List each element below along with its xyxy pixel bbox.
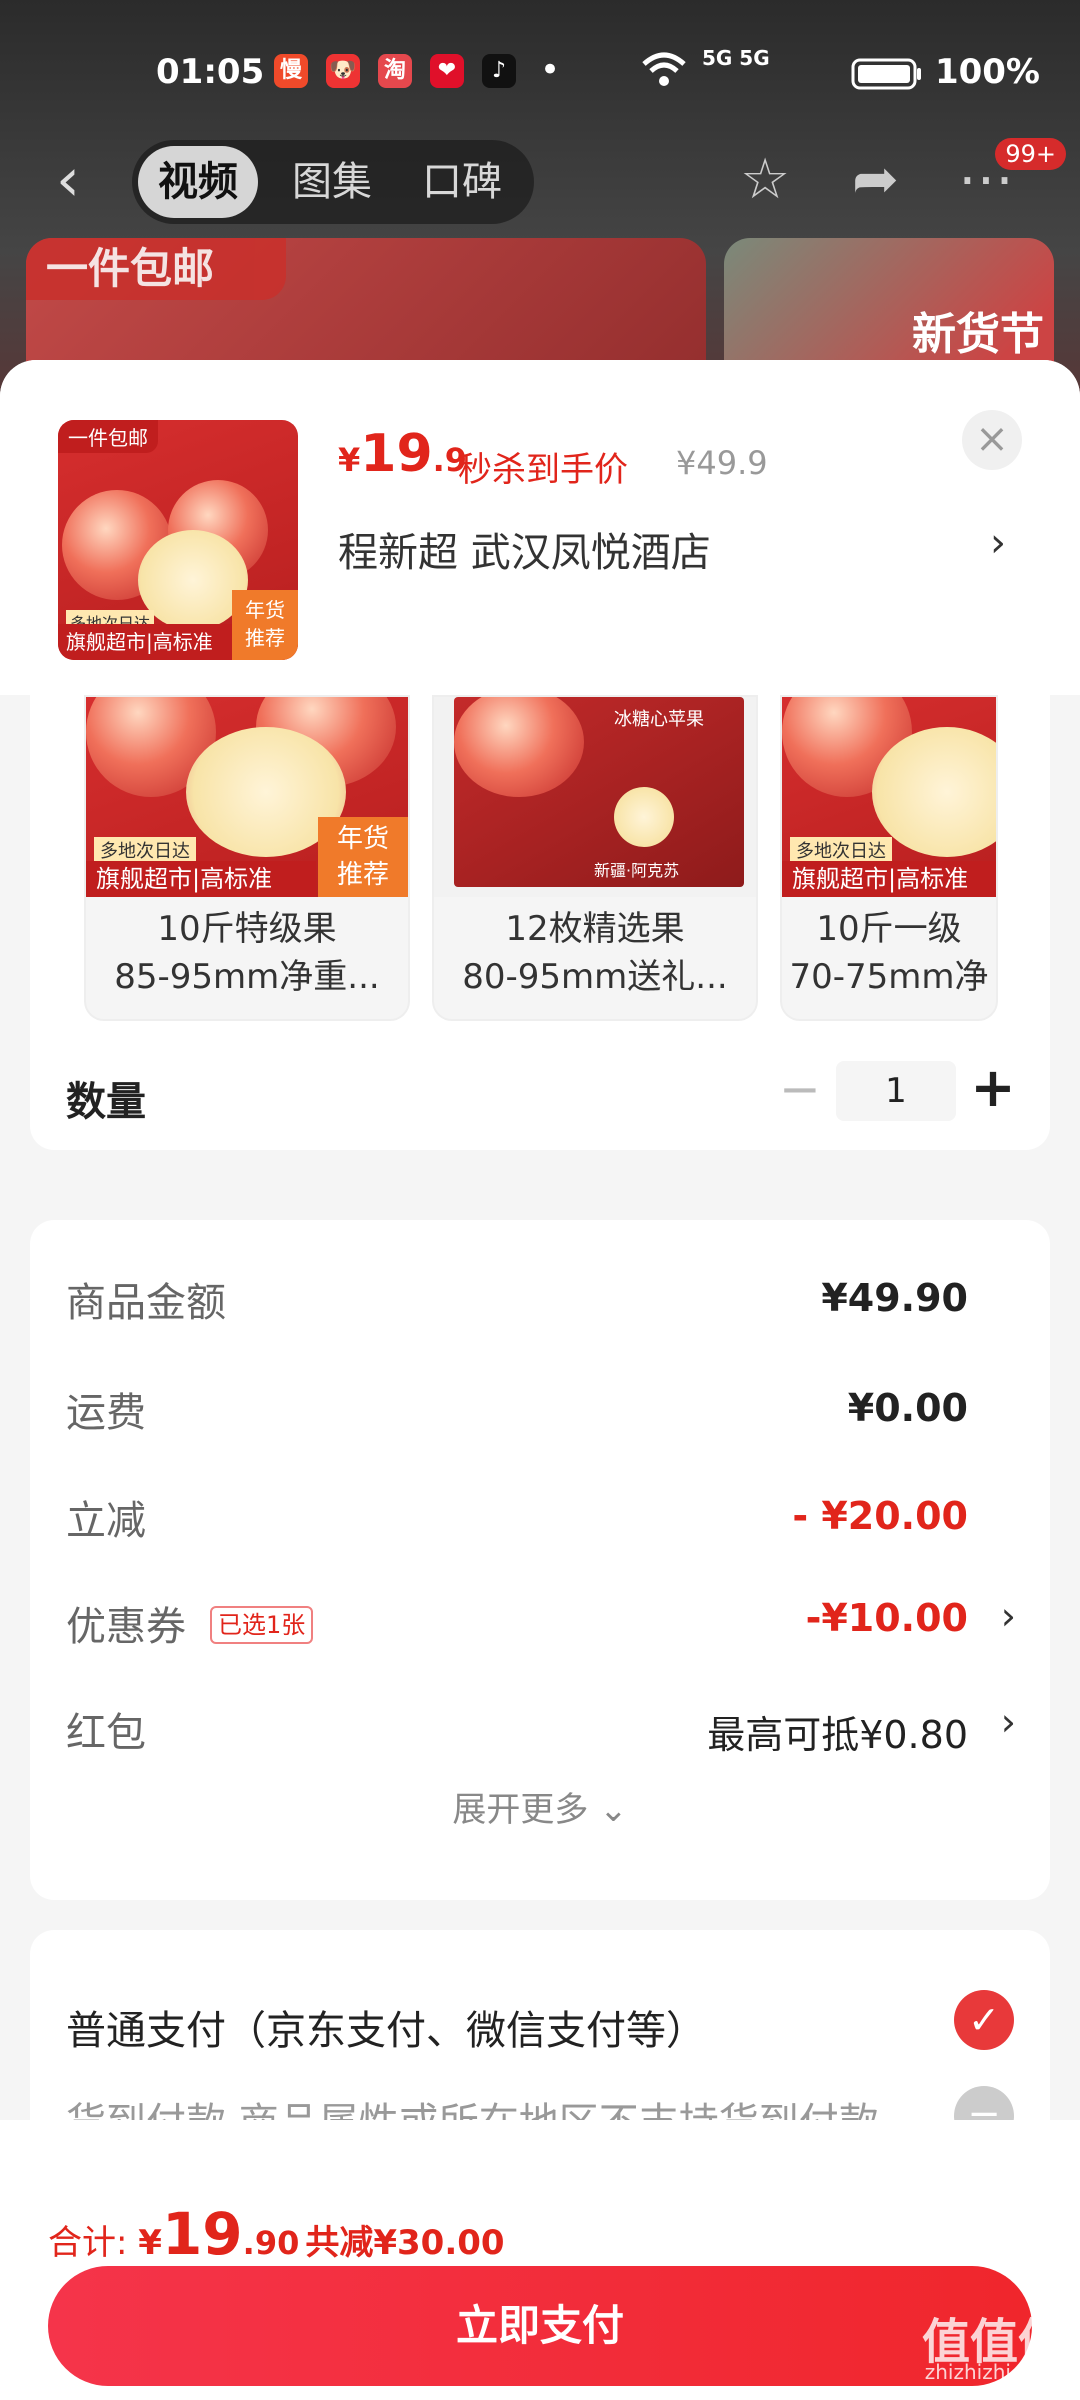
battery-indicator: 100%: [851, 52, 1040, 92]
purchase-sheet: 一件包邮 多地次日达 旗舰超市|高标准 年货 推荐 ¥19.9 秒杀到手价 ¥4…: [0, 360, 1080, 2120]
total-savings: 共减¥30.00: [305, 2223, 505, 2263]
summary-label-subtotal: 商品金额: [66, 1280, 226, 1326]
spec-label-line1: 10斤一级: [816, 909, 962, 949]
signal-icon: 5G 5G: [702, 46, 770, 70]
banner-right-text: 新货节: [912, 309, 1044, 360]
product-thumbnail[interactable]: 一件包邮 多地次日达 旗舰超市|高标准 年货 推荐: [58, 420, 298, 660]
spec-label: 12枚精选果 80-95mm送礼...: [434, 905, 756, 1001]
coupon-selected-badge: 已选1张: [210, 1606, 314, 1644]
summary-label-discount: 立减: [66, 1498, 146, 1544]
spec-footer: 旗舰超市|高标准: [782, 861, 996, 897]
product-header: 一件包邮 多地次日达 旗舰超市|高标准 年货 推荐 ¥19.9 秒杀到手价 ¥4…: [0, 360, 1080, 695]
spec-label-line2: 80-95mm送礼...: [462, 957, 728, 997]
apple-slice-image: [614, 787, 674, 847]
pay-now-button[interactable]: 立即支付: [48, 2266, 1032, 2386]
quantity-label: 数量: [66, 1079, 146, 1125]
watermark-url: zhizhizhi.com: [924, 2360, 1060, 2384]
tab-reviews[interactable]: 口碑: [402, 140, 522, 224]
tab-video[interactable]: 视频: [138, 146, 258, 218]
notification-badge: 99+: [995, 138, 1066, 170]
summary-value-discount: - ¥20.00: [792, 1494, 968, 1538]
payment-option-cod: 货到付款 商品属性或所在地区不支持货到付款: [66, 2090, 879, 2120]
battery-percent: 100%: [934, 52, 1040, 92]
delivery-address[interactable]: 程新超 武汉凤悦酒店: [338, 520, 711, 578]
spec-footer: 旗舰超市|高标准: [86, 861, 316, 897]
star-icon[interactable]: ☆: [740, 148, 790, 212]
summary-value-shipping: ¥0.00: [847, 1386, 968, 1430]
checkout-bar: 合计: ¥19.90 共减¥30.00 立即支付: [0, 2120, 1080, 2400]
chevron-right-icon[interactable]: ›: [1001, 1594, 1016, 1638]
spec-corner: 年货 推荐: [318, 817, 408, 897]
original-price: ¥49.9: [676, 444, 768, 482]
spec-label-line1: 12枚精选果: [505, 909, 685, 949]
total-integer: 19: [161, 2200, 243, 2268]
wifi-icon: [640, 50, 688, 98]
spec-image: 多地次日达 旗舰超市|高标准 年货 推荐: [86, 697, 408, 897]
quantity-decrease-button[interactable]: −: [776, 1061, 824, 1121]
spec-card[interactable]: 多地次日达 旗舰超市|高标准 年货 推荐 10斤特级果 85-95mm净重...: [84, 695, 410, 1021]
summary-label-shipping: 运费: [66, 1390, 146, 1436]
tab-gallery[interactable]: 图集: [272, 140, 392, 224]
chevron-right-icon[interactable]: ›: [1001, 1700, 1016, 1744]
summary-label-redpacket: 红包: [66, 1710, 146, 1756]
payment-option-normal[interactable]: 普通支付（京东支付、微信支付等）: [66, 1998, 706, 2056]
box-subtext: 新疆·阿克苏: [594, 861, 680, 880]
spec-label-line2: 85-95mm净重...: [114, 957, 380, 997]
close-icon[interactable]: ×: [962, 410, 1022, 470]
spec-label-line1: 10斤特级果: [157, 909, 337, 949]
spec-image: 多地次日达 旗舰超市|高标准: [782, 697, 996, 897]
total-currency: ¥: [138, 2223, 162, 2263]
status-bar: 01:05 慢 🐶 淘 ❤ ♪ • 5G 5G 100%: [0, 46, 1080, 98]
summary-label-coupon: 优惠券: [66, 1604, 186, 1650]
status-dot: •: [540, 50, 561, 90]
thumb-corner-line2: 推荐: [245, 626, 285, 650]
box-text: 冰糖心苹果: [614, 709, 704, 730]
order-total: 合计: ¥19.90 共减¥30.00: [48, 2200, 505, 2268]
status-time: 01:05: [156, 52, 265, 92]
spec-corner-line1: 年货: [336, 824, 389, 854]
app-icon-taobao: 淘: [378, 54, 412, 88]
price-label: 秒杀到手价: [458, 450, 628, 490]
spec-small-text: 多地次日达: [790, 837, 892, 863]
media-tab-switcher: 视频 图集 口碑: [132, 140, 534, 224]
summary-value-subtotal: ¥49.90: [821, 1276, 968, 1320]
spec-label-line2: 70-75mm净: [789, 957, 989, 997]
price-currency: ¥: [338, 441, 361, 479]
spec-selector: 多地次日达 旗舰超市|高标准 年货 推荐 10斤特级果 85-95mm净重...…: [30, 695, 1050, 1150]
current-price: ¥19.9: [338, 424, 467, 484]
disabled-icon: −: [954, 2086, 1014, 2120]
spec-small-text: 多地次日达: [94, 837, 196, 863]
spec-label: 10斤一级 70-75mm净: [782, 905, 996, 1001]
banner-badge: 一件包邮: [26, 238, 286, 300]
payment-methods: 普通支付（京东支付、微信支付等） ✓ 货到付款 商品属性或所在地区不支持货到付款…: [30, 1930, 1050, 2120]
price-summary: 商品金额 ¥49.90 运费 ¥0.00 立减 - ¥20.00 优惠券 已选1…: [30, 1220, 1050, 1900]
spec-corner-line2: 推荐: [336, 860, 389, 890]
back-icon[interactable]: ‹: [56, 150, 96, 210]
total-decimal: .90: [242, 2224, 300, 2262]
app-icon-tiktok: ♪: [482, 54, 516, 88]
spec-label: 10斤特级果 85-95mm净重...: [86, 905, 408, 1001]
app-icon-4: ❤: [430, 54, 464, 88]
app-icon-2: 🐶: [326, 54, 360, 88]
thumb-corner: 年货 推荐: [232, 590, 298, 660]
spec-card[interactable]: 冰糖心苹果 新疆·阿克苏 12枚精选果 80-95mm送礼...: [432, 695, 758, 1021]
summary-value-coupon[interactable]: -¥10.00: [806, 1596, 968, 1640]
price-integer: 19: [360, 424, 433, 484]
total-label: 合计:: [48, 2223, 139, 2263]
app-icon-1: 慢: [274, 54, 308, 88]
quantity-input[interactable]: 1: [836, 1061, 956, 1121]
share-icon[interactable]: ➦: [852, 148, 899, 212]
expand-more-button[interactable]: 展开更多 ⌄: [30, 1782, 1050, 1831]
spec-image: 冰糖心苹果 新疆·阿克苏: [434, 697, 756, 897]
chevron-right-icon[interactable]: ›: [990, 520, 1006, 566]
summary-value-redpacket[interactable]: 最高可抵¥0.80: [707, 1704, 968, 1759]
thumb-corner-line1: 年货: [245, 598, 285, 622]
spec-card[interactable]: 多地次日达 旗舰超市|高标准 10斤一级 70-75mm净: [780, 695, 998, 1021]
thumb-tag: 一件包邮: [58, 420, 158, 453]
quantity-increase-button[interactable]: +: [968, 1057, 1018, 1121]
check-icon[interactable]: ✓: [954, 1990, 1014, 2050]
